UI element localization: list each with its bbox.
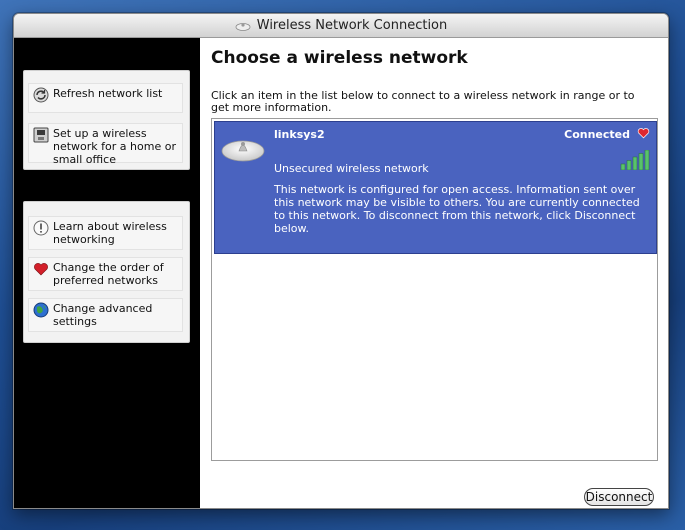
refresh-network-list-link[interactable]: Refresh network list [28, 83, 183, 113]
setup-wireless-network-link[interactable]: Set up a wireless network for a home or … [28, 123, 183, 166]
change-preferred-order-label: Change the order of preferred networks [53, 261, 164, 287]
learn-wireless-label: Learn about wireless networking [53, 220, 167, 246]
change-advanced-settings-label: Change advanced settings [53, 302, 153, 328]
network-name: linksys2 [274, 128, 325, 141]
network-list[interactable]: linksys2 Connected Unsecured wireless ne… [211, 118, 658, 461]
change-advanced-settings-link[interactable]: Change advanced settings [28, 298, 183, 332]
wireless-icon [235, 22, 251, 31]
learn-wireless-link[interactable]: Learn about wireless networking [28, 216, 183, 250]
wireless-network-icon [221, 140, 265, 162]
network-security: Unsecured wireless network [274, 162, 429, 175]
refresh-network-list-label: Refresh network list [53, 87, 163, 100]
title-bar[interactable]: Wireless Network Connection [14, 14, 668, 38]
signal-bar [620, 163, 626, 170]
signal-bar [632, 156, 638, 170]
refresh-icon [33, 87, 49, 103]
disconnect-button[interactable]: Disconnect [584, 488, 654, 506]
network-item-linksys2[interactable]: linksys2 Connected Unsecured wireless ne… [214, 121, 657, 254]
setup-network-icon [33, 127, 49, 143]
change-preferred-order-link[interactable]: Change the order of preferred networks [28, 257, 183, 291]
globe-icon [33, 302, 49, 318]
network-description: This network is configured for open acce… [274, 183, 640, 235]
info-icon [33, 220, 49, 236]
preferred-network-heart-icon [637, 128, 650, 139]
signal-strength-icon [620, 150, 650, 170]
connection-status: Connected [564, 128, 630, 141]
heart-icon [34, 263, 48, 276]
related-tasks-panel: Learn about wireless networking Change t… [23, 201, 190, 343]
instructions-text: Click an item in the list below to conne… [211, 89, 635, 114]
signal-bar [626, 160, 632, 170]
network-tasks-panel: Refresh network list Set up a wireless n… [23, 70, 190, 170]
page-title: Choose a wireless network [211, 48, 468, 68]
sidebar: Refresh network list Set up a wireless n… [14, 38, 200, 508]
window-title: Wireless Network Connection [256, 18, 448, 33]
wireless-network-window: Wireless Network Connection Refresh netw… [13, 13, 669, 509]
main-content: Choose a wireless network Click an item … [200, 38, 668, 508]
setup-wireless-network-label: Set up a wireless network for a home or … [53, 127, 176, 166]
signal-bar [638, 153, 644, 170]
signal-bar [644, 150, 650, 170]
